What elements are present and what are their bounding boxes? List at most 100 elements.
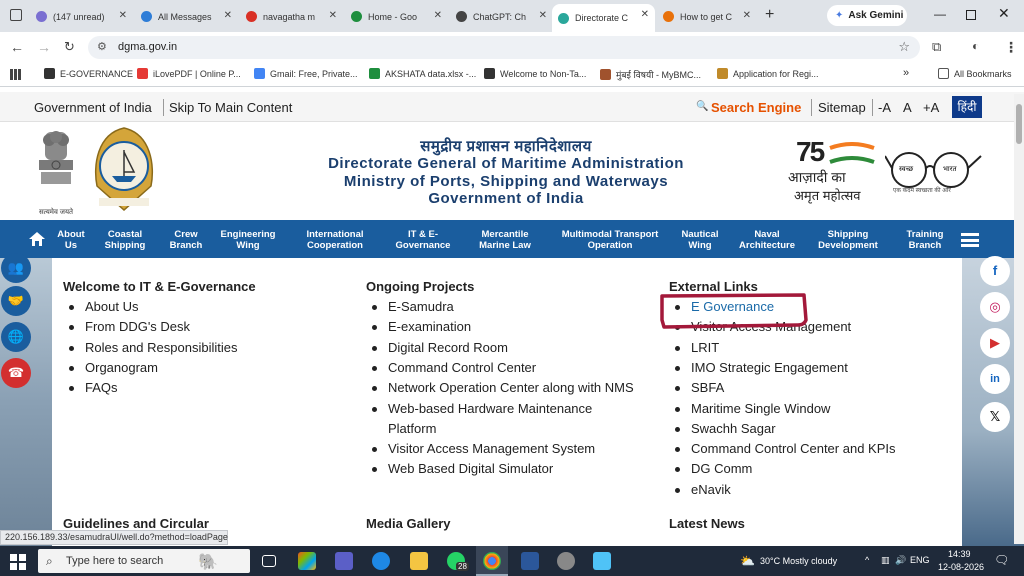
page-scrollbar[interactable]	[1014, 94, 1024, 544]
globe-icon[interactable]: 🌐	[1, 322, 31, 352]
clock-date[interactable]: 12-08-2026	[938, 562, 984, 572]
col2-list-item[interactable]: Digital Record Room	[372, 340, 508, 355]
font-decrease-button[interactable]: -A	[878, 100, 891, 115]
nav-item[interactable]: Multimodal Transport Operation	[562, 229, 659, 251]
tab-close-icon[interactable]: ✕	[539, 10, 547, 21]
hamburger-menu-icon[interactable]	[961, 233, 979, 247]
tab-close-icon[interactable]: ✕	[743, 10, 751, 21]
taskbar-search-box[interactable]: ⌕ Type here to search 🐘	[38, 549, 250, 573]
col3-list-item[interactable]: Swachh Sagar	[675, 421, 776, 436]
close-window-button[interactable]: ✕	[998, 5, 1010, 22]
maximize-button[interactable]	[966, 10, 976, 20]
edge-icon[interactable]	[372, 552, 390, 570]
extensions-icon[interactable]: ⧉	[932, 39, 941, 55]
home-icon[interactable]	[28, 231, 46, 252]
ask-gemini-button[interactable]: ✦ Ask Gemini	[827, 5, 907, 26]
skip-main-link[interactable]: Skip To Main Content	[169, 100, 292, 115]
youtube-icon[interactable]: ▶	[980, 328, 1010, 358]
col2-list-item[interactable]: E-examination	[371, 319, 471, 334]
col3-list-item[interactable]: SBFA	[674, 380, 724, 395]
bookmark-item[interactable]: Application for Regi...	[717, 68, 819, 79]
col3-list-item[interactable]: DG Comm	[674, 461, 752, 476]
minimize-button[interactable]: —	[934, 7, 946, 21]
nav-item[interactable]: IT & E- Governance	[396, 229, 451, 251]
copilot-icon[interactable]	[298, 552, 316, 570]
col2-list-item[interactable]: Web-based Hardware Maintenance	[371, 401, 592, 416]
group-icon[interactable]: 👥	[1, 253, 31, 283]
col3-list-item[interactable]: Command Control Center and KPIs	[674, 441, 895, 456]
app-icon[interactable]	[593, 552, 611, 570]
notifications-icon[interactable]: 🗨	[994, 553, 1009, 567]
app-icon[interactable]	[557, 552, 575, 570]
nav-item[interactable]: Nautical Wing	[682, 229, 719, 251]
browser-tab[interactable]: Directorate C ✕	[552, 4, 655, 32]
tab-close-icon[interactable]: ✕	[119, 10, 127, 21]
col3-list-item[interactable]: IMO Strategic Engagement	[675, 360, 848, 375]
sitemap-link[interactable]: Sitemap	[818, 100, 866, 115]
search-engine-link[interactable]: Search Engine	[711, 100, 801, 115]
app-icon[interactable]	[335, 552, 353, 570]
handshake-icon[interactable]: 🤝	[1, 286, 31, 316]
profile-icon[interactable]: ◐	[972, 39, 979, 53]
weather-text[interactable]: 30°C Mostly cloudy	[760, 556, 837, 566]
nav-item[interactable]: Shipping Development	[818, 229, 878, 251]
tab-close-icon[interactable]: ✕	[434, 10, 442, 21]
nav-item[interactable]: Engineering Wing	[221, 229, 276, 251]
show-hidden-icons[interactable]: ^	[865, 555, 869, 565]
bookmark-item[interactable]: मुंबई विषयी - MyBMC...	[600, 68, 701, 81]
col3-list-item[interactable]: LRIT	[674, 340, 719, 355]
bookmark-item[interactable]: iLovePDF | Online P...	[137, 68, 241, 79]
col1-list-item[interactable]: FAQs	[69, 380, 118, 395]
col2-list-item[interactable]: Command Control Center	[371, 360, 536, 375]
word-icon[interactable]	[521, 552, 539, 570]
all-bookmarks-button[interactable]: All Bookmarks	[938, 68, 1012, 79]
font-normal-button[interactable]: A	[903, 100, 912, 115]
gov-india-link[interactable]: Government of India	[34, 100, 152, 115]
col2-list-item[interactable]: E-Samudra	[372, 299, 454, 314]
nav-item[interactable]: International Cooperation	[306, 229, 363, 251]
tab-close-icon[interactable]: ✕	[329, 10, 337, 21]
site-info-icon[interactable]: ⚙	[97, 40, 107, 53]
bookmark-item[interactable]: Welcome to Non-Ta...	[484, 68, 586, 79]
nav-item[interactable]: Crew Branch	[170, 229, 203, 251]
bookmark-item[interactable]: E-GOVERNANCE	[44, 68, 133, 79]
col2-list-item[interactable]: Network Operation Center along with NMS	[372, 380, 634, 395]
browser-tab[interactable]: Home - Goo ✕	[345, 5, 448, 28]
browser-tab[interactable]: ChatGPT: Ch ✕	[450, 5, 553, 28]
file-explorer-icon[interactable]	[410, 552, 428, 570]
tab-close-icon[interactable]: ✕	[224, 10, 232, 21]
bookmark-item[interactable]: AKSHATA data.xlsx -...	[369, 68, 476, 79]
col2-list-item[interactable]: Web Based Digital Simulator	[371, 461, 553, 476]
bookmark-star-icon[interactable]: ☆	[898, 39, 910, 55]
col1-list-item[interactable]: From DDG's Desk	[68, 319, 190, 334]
col2-list-item[interactable]: Visitor Access Management System	[371, 441, 595, 456]
linkedin-icon[interactable]: in	[980, 364, 1010, 394]
instagram-icon[interactable]: ◎	[980, 292, 1010, 322]
windows-start-icon[interactable]	[10, 554, 26, 570]
forward-button[interactable]: →	[37, 39, 51, 55]
bookmarks-overflow-icon[interactable]: »	[903, 67, 909, 79]
browser-tab[interactable]: How to get C ✕	[657, 5, 757, 28]
col1-list-item[interactable]: Organogram	[69, 360, 158, 375]
browser-tab[interactable]: All Messages ✕	[135, 5, 238, 28]
task-view-icon[interactable]	[262, 555, 276, 567]
network-icon[interactable]: ▥	[881, 555, 890, 566]
reload-button[interactable]: ↻	[64, 39, 75, 55]
back-button[interactable]: ←	[10, 39, 24, 55]
nav-item[interactable]: Coastal Shipping	[105, 229, 146, 251]
tab-close-icon[interactable]: ✕	[641, 9, 649, 20]
search-icon[interactable]: 🔍	[696, 101, 708, 112]
col1-list-item[interactable]: Roles and Responsibilities	[68, 340, 237, 355]
col3-list-item[interactable]: Maritime Single Window	[674, 401, 830, 416]
nav-item[interactable]: About Us	[57, 229, 84, 251]
apps-grid-icon[interactable]	[10, 69, 21, 80]
facebook-icon[interactable]: f	[980, 256, 1010, 286]
bookmark-item[interactable]: Gmail: Free, Private...	[254, 68, 358, 79]
hindi-language-button[interactable]: हिंदी	[952, 96, 982, 118]
new-tab-button[interactable]: +	[765, 6, 774, 24]
font-increase-button[interactable]: +A	[923, 100, 939, 115]
chrome-icon[interactable]	[483, 552, 501, 570]
nav-item[interactable]: Training Branch	[907, 229, 944, 251]
phone-icon[interactable]: ☎	[1, 358, 31, 388]
browser-menu-icon[interactable]: ⋮	[1004, 39, 1018, 56]
